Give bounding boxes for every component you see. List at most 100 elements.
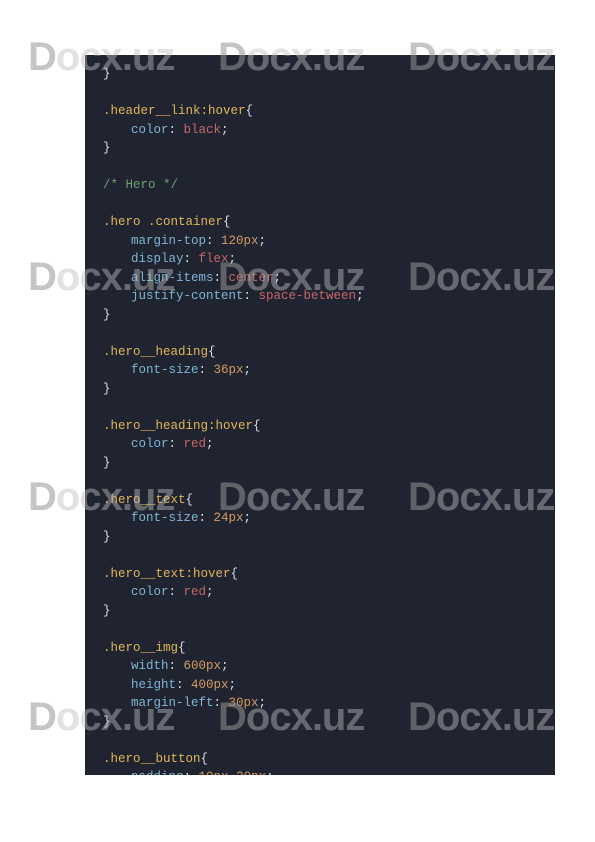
code-token: justify-content: [131, 289, 244, 303]
code-line: display: flex;: [103, 250, 537, 269]
code-token: }: [103, 604, 111, 618]
code-token: ;: [356, 289, 364, 303]
code-token: ;: [259, 696, 267, 710]
code-line: /* Hero */: [103, 176, 537, 195]
code-token: :: [199, 363, 214, 377]
code-token: :: [214, 696, 229, 710]
code-token: 400px: [191, 678, 229, 692]
code-line: .hero__text{: [103, 491, 537, 510]
code-line: margin-top: 120px;: [103, 232, 537, 251]
code-token: :: [244, 289, 259, 303]
code-line: justify-content: space-between;: [103, 287, 537, 306]
code-token: .hero__text:hover: [103, 567, 231, 581]
code-line: [103, 546, 537, 565]
code-token: :: [199, 511, 214, 525]
code-line: .header__link:hover{: [103, 102, 537, 121]
code-token: .hero__heading:hover: [103, 419, 253, 433]
code-token: ;: [259, 234, 267, 248]
code-token: center: [229, 271, 274, 285]
code-line: .hero__img{: [103, 639, 537, 658]
code-token: 10px: [199, 770, 229, 775]
code-token: .hero__img: [103, 641, 178, 655]
code-token: {: [208, 345, 216, 359]
code-token: /* Hero */: [103, 178, 178, 192]
code-token: red: [184, 437, 207, 451]
code-line: padding: 10px 20px;: [103, 768, 537, 775]
code-line: [103, 731, 537, 750]
code-token: margin-top: [131, 234, 206, 248]
code-token: [141, 215, 149, 229]
code-token: ;: [221, 659, 229, 673]
code-token: }: [103, 456, 111, 470]
code-token: .hero__heading: [103, 345, 208, 359]
code-token: {: [231, 567, 239, 581]
code-line: }: [103, 380, 537, 399]
code-token: }: [103, 530, 111, 544]
code-token: ;: [274, 271, 282, 285]
code-token: {: [201, 752, 209, 766]
code-token: .hero: [103, 215, 141, 229]
code-token: {: [246, 104, 254, 118]
code-token: [229, 770, 237, 775]
code-line: }: [103, 65, 537, 84]
code-token: color: [131, 123, 169, 137]
code-line: align-items: center;: [103, 269, 537, 288]
code-line: [103, 620, 537, 639]
code-token: 600px: [184, 659, 222, 673]
code-token: :: [169, 659, 184, 673]
code-token: {: [223, 215, 231, 229]
code-line: width: 600px;: [103, 657, 537, 676]
code-token: }: [103, 382, 111, 396]
code-token: 20px: [236, 770, 266, 775]
code-token: margin-left: [131, 696, 214, 710]
code-line: }: [103, 713, 537, 732]
code-line: .hero__heading{: [103, 343, 537, 362]
code-line: font-size: 36px;: [103, 361, 537, 380]
code-line: font-size: 24px;: [103, 509, 537, 528]
code-token: :: [184, 770, 199, 775]
code-line: [103, 324, 537, 343]
code-line: color: red;: [103, 583, 537, 602]
code-token: color: [131, 437, 169, 451]
code-token: flex: [199, 252, 229, 266]
code-token: :: [176, 678, 191, 692]
code-line: .hero__heading:hover{: [103, 417, 537, 436]
code-token: :: [206, 234, 221, 248]
code-token: ;: [206, 585, 214, 599]
code-line: }: [103, 306, 537, 325]
code-line: [103, 195, 537, 214]
code-line: margin-left: 30px;: [103, 694, 537, 713]
code-line: color: black;: [103, 121, 537, 140]
code-line: }: [103, 602, 537, 621]
code-token: :: [169, 437, 184, 451]
code-token: }: [103, 308, 111, 322]
code-token: ;: [229, 252, 237, 266]
code-line: }: [103, 139, 537, 158]
code-token: display: [131, 252, 184, 266]
code-token: .container: [148, 215, 223, 229]
code-token: .header__link:hover: [103, 104, 246, 118]
code-token: width: [131, 659, 169, 673]
code-token: {: [178, 641, 186, 655]
code-line: [103, 472, 537, 491]
code-token: :: [169, 585, 184, 599]
code-line: [103, 398, 537, 417]
code-token: ;: [244, 511, 252, 525]
code-token: :: [214, 271, 229, 285]
code-token: {: [186, 493, 194, 507]
code-token: 36px: [214, 363, 244, 377]
code-line: .hero__button{: [103, 750, 537, 769]
code-token: ;: [244, 363, 252, 377]
code-token: space-between: [259, 289, 357, 303]
code-token: height: [131, 678, 176, 692]
code-token: 30px: [229, 696, 259, 710]
code-line: .hero__text:hover{: [103, 565, 537, 584]
code-token: ;: [206, 437, 214, 451]
code-token: red: [184, 585, 207, 599]
code-token: black: [184, 123, 222, 137]
code-token: font-size: [131, 511, 199, 525]
code-token: }: [103, 715, 111, 729]
code-token: ;: [221, 123, 229, 137]
code-line: [103, 84, 537, 103]
code-token: .hero__text: [103, 493, 186, 507]
